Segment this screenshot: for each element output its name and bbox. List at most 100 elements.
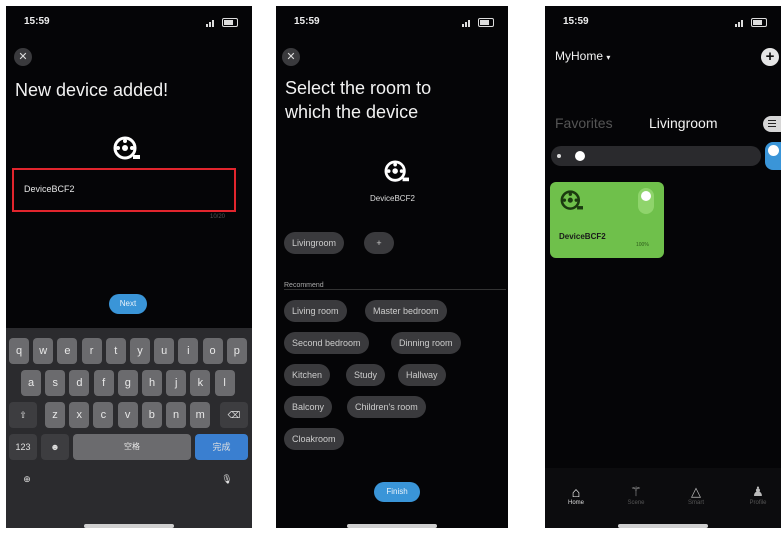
add-icon[interactable]: +	[761, 48, 779, 66]
status-time: 15:59	[24, 16, 50, 27]
globe-key-icon[interactable]: ⊕	[16, 466, 38, 492]
home-icon: ⌂	[571, 484, 581, 500]
keyboard-key[interactable]: i	[178, 338, 199, 364]
device-name-input[interactable]: DeviceBCF2	[12, 168, 236, 212]
recommend-label: Recommend	[284, 282, 324, 289]
room-chip[interactable]: Cloakroom	[284, 428, 344, 450]
camera-device-icon	[113, 136, 141, 167]
phone-screen-home: 15:59 MyHome ▾ + Favorites Livingroom De…	[545, 6, 781, 528]
nav-profile[interactable]: ♟ Profile	[741, 484, 775, 506]
signal-icon	[206, 17, 238, 27]
keyboard-key[interactable]: d	[69, 370, 90, 396]
backspace-key-icon[interactable]: ⌫	[220, 402, 248, 428]
room-chip[interactable]: Master bedroom	[365, 300, 447, 322]
numbers-key[interactable]: 123	[9, 434, 37, 460]
device-name-label: DeviceBCF2	[559, 232, 606, 241]
room-chip[interactable]: Second bedroom	[284, 332, 369, 354]
keyboard-key[interactable]: h	[142, 370, 162, 396]
device-toggle[interactable]	[638, 188, 654, 214]
nav-scene[interactable]: ⚚ Scene	[619, 484, 653, 506]
keyboard-key[interactable]: n	[166, 402, 186, 428]
profile-icon: ♟	[752, 484, 764, 499]
home-indicator	[618, 524, 708, 528]
keyboard-key[interactable]: z	[45, 402, 65, 428]
home-name: MyHome	[555, 49, 604, 63]
page-title-line1: Select the room to	[285, 78, 432, 98]
keyboard-key[interactable]: v	[117, 402, 138, 428]
keyboard-key[interactable]: q	[9, 338, 29, 364]
phone-screen-device-added: 15:59 ✕ New device added! DeviceBCF2 10/…	[6, 6, 252, 528]
keyboard-key[interactable]: s	[45, 370, 66, 396]
status-bar: 15:59	[6, 16, 252, 30]
status-bar: 15:59	[545, 16, 781, 30]
status-time: 15:59	[294, 16, 320, 27]
page-title: New device added!	[15, 80, 169, 100]
master-toggle[interactable]	[765, 142, 781, 170]
menu-icon[interactable]	[763, 116, 781, 132]
keyboard-key[interactable]: f	[93, 370, 114, 396]
close-icon[interactable]: ✕	[14, 48, 32, 66]
keyboard-key[interactable]: o	[202, 338, 223, 364]
keyboard-key[interactable]: u	[154, 338, 175, 364]
room-chip[interactable]: Living room	[284, 300, 347, 322]
keyboard-key[interactable]: y	[130, 338, 150, 364]
slider-thumb[interactable]	[575, 151, 585, 161]
microphone-key-icon[interactable]: 🎙	[216, 466, 238, 492]
keyboard-key[interactable]: x	[69, 402, 90, 428]
brightness-slider[interactable]	[551, 146, 761, 166]
divider	[284, 289, 506, 290]
char-count: 10/20	[210, 214, 226, 220]
emoji-key-icon[interactable]: ☻	[41, 434, 69, 460]
keyboard-key[interactable]: c	[93, 402, 114, 428]
room-chip[interactable]: Balcony	[284, 396, 333, 418]
device-card[interactable]: DeviceBCF2 100%	[550, 182, 664, 258]
keyboard-key[interactable]: r	[81, 338, 102, 364]
keyboard-key[interactable]: k	[190, 370, 211, 396]
room-chip[interactable]: Hallway	[398, 364, 446, 386]
keyboard-key[interactable]: e	[57, 338, 78, 364]
keyboard-key[interactable]: j	[166, 370, 187, 396]
keyboard: q w e r t y u i o p a s d f g h j k l ⇧ z x c v b n m ⌫ 123 ☻ 空格 完成 ⊕ 🎙	[6, 328, 252, 528]
keyboard-key[interactable]: w	[33, 338, 54, 364]
add-room-button[interactable]: +	[364, 232, 394, 254]
room-chip[interactable]: Children's room	[347, 396, 426, 418]
keyboard-key[interactable]: t	[105, 338, 126, 364]
current-room-chip[interactable]: Livingroom	[284, 232, 345, 254]
camera-device-icon	[384, 160, 410, 189]
keyboard-key[interactable]: p	[226, 338, 247, 364]
nav-smart[interactable]: △ Smart	[679, 484, 713, 506]
device-status: 100%	[636, 242, 649, 248]
tab-livingroom[interactable]: Livingroom	[649, 115, 717, 131]
done-key[interactable]: 完成	[195, 434, 248, 460]
room-chip[interactable]: Study	[346, 364, 386, 386]
camera-device-icon	[560, 190, 584, 217]
device-name-value: DeviceBCF2	[24, 184, 75, 194]
keyboard-key[interactable]: g	[117, 370, 138, 396]
space-key[interactable]: 空格	[73, 434, 191, 460]
smart-triangle-icon: △	[691, 484, 701, 499]
keyboard-key[interactable]: b	[141, 402, 162, 428]
page-title-line2: which the device	[285, 102, 419, 122]
next-button[interactable]: Next	[109, 294, 147, 314]
room-chip[interactable]: Dinning room	[391, 332, 461, 354]
bottom-nav: ⌂ Home ⚚ Scene △ Smart ♟ Profile	[545, 468, 781, 528]
phone-screen-select-room: 15:59 ✕ Select the room to which the dev…	[276, 6, 508, 528]
status-time: 15:59	[563, 16, 589, 27]
keyboard-key[interactable]: a	[21, 370, 41, 396]
room-chip[interactable]: Kitchen	[284, 364, 331, 386]
keyboard-key[interactable]: m	[190, 402, 211, 428]
home-indicator	[347, 524, 437, 528]
signal-icon	[462, 17, 494, 27]
tab-favorites[interactable]: Favorites	[555, 115, 613, 131]
magic-wand-icon: ⚚	[630, 484, 642, 499]
home-indicator	[84, 524, 174, 528]
caret-down-icon: ▾	[606, 53, 611, 62]
close-icon[interactable]: ✕	[282, 48, 300, 66]
finish-button[interactable]: Finish	[374, 482, 420, 502]
keyboard-key[interactable]: l	[214, 370, 235, 396]
home-selector[interactable]: MyHome ▾	[555, 49, 610, 63]
status-bar: 15:59	[276, 16, 508, 30]
device-name-label: DeviceBCF2	[370, 194, 415, 203]
shift-key-icon[interactable]: ⇧	[9, 402, 37, 428]
nav-home[interactable]: ⌂ Home	[559, 484, 593, 506]
